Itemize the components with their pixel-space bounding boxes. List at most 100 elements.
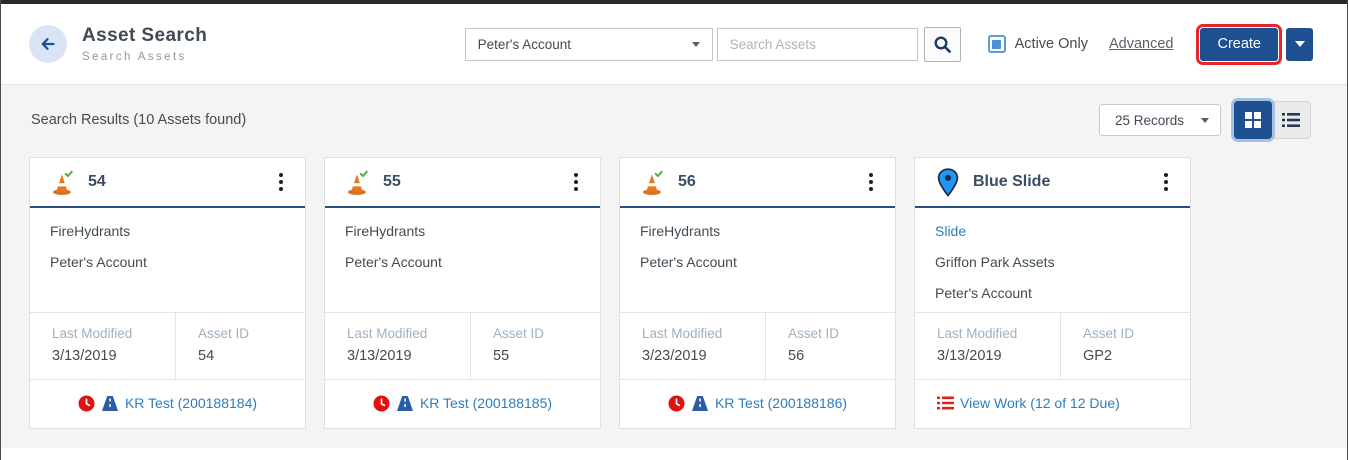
work-order-link[interactable]: KR Test (200188184) — [30, 379, 305, 426]
asset-card: 56 FireHydrants Peter's Account Last Mod… — [619, 157, 896, 429]
records-select-value: 25 Records — [1115, 113, 1184, 128]
search-input[interactable] — [717, 28, 918, 61]
card-header: 54 — [30, 158, 305, 208]
records-per-page-select[interactable]: 25 Records — [1099, 104, 1221, 136]
grid-view-icon — [1245, 112, 1261, 128]
asset-card: 54 FireHydrants Peter's Account Last Mod… — [29, 157, 306, 429]
last-modified-label: Last Modified — [347, 326, 470, 341]
last-modified-value: 3/13/2019 — [347, 348, 470, 364]
work-order-link-text: KR Test (200188184) — [125, 395, 257, 411]
asset-id-label: Asset ID — [1083, 326, 1190, 341]
asset-id-label: Asset ID — [198, 326, 305, 341]
create-button[interactable]: Create — [1200, 28, 1278, 61]
asset-card: Blue Slide Slide Griffon Park Assets Pet… — [914, 157, 1191, 429]
kebab-menu-icon[interactable] — [863, 168, 879, 196]
results-summary: Search Results (10 Assets found) — [31, 112, 246, 128]
work-order-link-text: KR Test (200188185) — [420, 395, 552, 411]
chevron-down-icon — [1201, 118, 1209, 123]
card-body: FireHydrants Peter's Account — [620, 208, 895, 312]
last-modified-stat: Last Modified 3/23/2019 — [620, 313, 765, 379]
magnifier-icon — [933, 35, 952, 54]
card-stats: Last Modified 3/13/2019 Asset ID 54 — [30, 312, 305, 379]
kebab-menu-icon[interactable] — [273, 168, 289, 196]
work-order-link[interactable]: KR Test (200188186) — [620, 379, 895, 426]
kebab-menu-icon[interactable] — [1158, 168, 1174, 196]
card-body: Slide Griffon Park Assets Peter's Accoun… — [915, 208, 1190, 312]
clock-icon — [78, 395, 95, 412]
advanced-link[interactable]: Advanced — [1109, 36, 1174, 52]
traffic-cone-icon — [343, 169, 373, 195]
list-view-icon — [1282, 113, 1300, 127]
road-icon — [101, 396, 119, 411]
view-work-link-text: View Work (12 of 12 Due) — [960, 395, 1120, 411]
search-cluster: Peter's Account — [465, 27, 961, 62]
work-list-icon — [937, 396, 954, 410]
map-pin-icon — [933, 168, 963, 197]
asset-account: Peter's Account — [50, 254, 285, 271]
account-select[interactable]: Peter's Account — [465, 28, 713, 61]
chevron-down-icon — [692, 42, 700, 47]
asset-id-label: Asset ID — [788, 326, 895, 341]
asset-id-value: 55 — [493, 348, 600, 364]
card-header: 56 — [620, 158, 895, 208]
road-icon — [396, 396, 414, 411]
card-header: Blue Slide — [915, 158, 1190, 208]
asset-card-grid: 54 FireHydrants Peter's Account Last Mod… — [1, 140, 1347, 429]
asset-category: FireHydrants — [345, 223, 580, 240]
asset-id-stat: Asset ID 56 — [765, 313, 895, 379]
last-modified-value: 3/13/2019 — [937, 348, 1060, 364]
asset-group: Griffon Park Assets — [935, 254, 1170, 271]
results-bar: Search Results (10 Assets found) 25 Reco… — [1, 100, 1347, 140]
view-toggle-group — [1234, 101, 1311, 139]
clock-icon — [668, 395, 685, 412]
asset-id-stat: Asset ID 54 — [175, 313, 305, 379]
grid-view-button[interactable] — [1234, 101, 1272, 139]
search-button[interactable] — [924, 27, 961, 62]
create-dropdown-button[interactable] — [1286, 28, 1313, 61]
account-select-value: Peter's Account — [478, 37, 571, 52]
header-right-cluster: Active Only Advanced Create — [988, 28, 1313, 61]
app-window: Asset Search Search Assets Peter's Accou… — [0, 0, 1348, 460]
last-modified-label: Last Modified — [52, 326, 175, 341]
back-arrow-icon — [38, 34, 58, 54]
card-body: FireHydrants Peter's Account — [325, 208, 600, 312]
active-only-label: Active Only — [1015, 36, 1088, 52]
last-modified-value: 3/23/2019 — [642, 348, 765, 364]
card-stats: Last Modified 3/13/2019 Asset ID GP2 — [915, 312, 1190, 379]
asset-id-stat: Asset ID GP2 — [1060, 313, 1190, 379]
asset-category-link[interactable]: Slide — [935, 223, 1170, 240]
last-modified-stat: Last Modified 3/13/2019 — [30, 313, 175, 379]
asset-id-value: 54 — [198, 348, 305, 364]
asset-id-stat: Asset ID 55 — [470, 313, 600, 379]
kebab-menu-icon[interactable] — [568, 168, 584, 196]
asset-category: FireHydrants — [640, 223, 875, 240]
page-title: Asset Search — [82, 25, 207, 47]
list-view-button[interactable] — [1272, 101, 1311, 139]
asset-title: 54 — [88, 173, 106, 191]
road-icon — [691, 396, 709, 411]
card-body: FireHydrants Peter's Account — [30, 208, 305, 312]
active-only-checkbox[interactable] — [988, 35, 1006, 53]
title-block: Asset Search Search Assets — [82, 25, 207, 63]
asset-title: 55 — [383, 173, 401, 191]
work-order-link[interactable]: KR Test (200188185) — [325, 379, 600, 426]
asset-category: FireHydrants — [50, 223, 285, 240]
content-area: Search Results (10 Assets found) 25 Reco… — [1, 85, 1347, 448]
asset-card: 55 FireHydrants Peter's Account Last Mod… — [324, 157, 601, 429]
checkbox-checked-fill — [992, 40, 1001, 49]
asset-title: Blue Slide — [973, 173, 1050, 191]
last-modified-stat: Last Modified 3/13/2019 — [325, 313, 470, 379]
card-stats: Last Modified 3/13/2019 Asset ID 55 — [325, 312, 600, 379]
asset-title: 56 — [678, 173, 696, 191]
chevron-down-icon — [1295, 41, 1305, 47]
clock-icon — [373, 395, 390, 412]
back-button[interactable] — [29, 25, 67, 63]
card-header: 55 — [325, 158, 600, 208]
asset-id-value: 56 — [788, 348, 895, 364]
traffic-cone-icon — [638, 169, 668, 195]
page-subtitle: Search Assets — [82, 51, 207, 63]
header-bar: Asset Search Search Assets Peter's Accou… — [1, 4, 1347, 85]
view-work-link[interactable]: View Work (12 of 12 Due) — [915, 379, 1190, 426]
last-modified-value: 3/13/2019 — [52, 348, 175, 364]
last-modified-stat: Last Modified 3/13/2019 — [915, 313, 1060, 379]
